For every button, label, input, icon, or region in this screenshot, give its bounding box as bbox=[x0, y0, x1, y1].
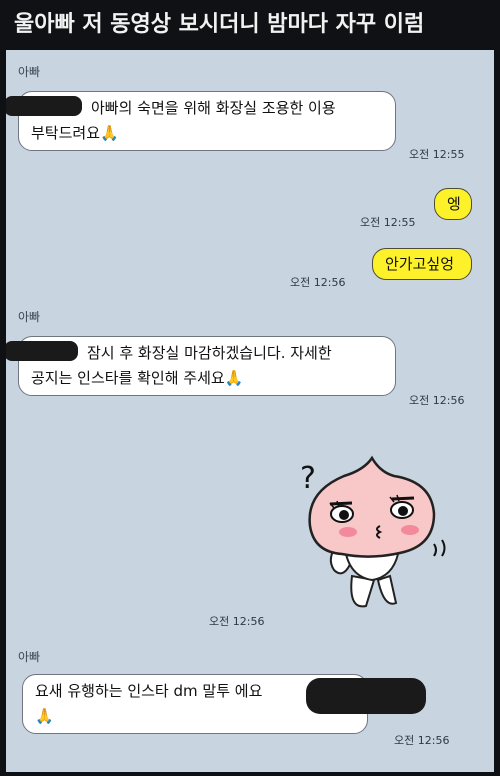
pray-emoji: 🙏 bbox=[35, 707, 54, 725]
message-line: 🙏 bbox=[35, 704, 355, 729]
sender-name: 아빠 bbox=[18, 65, 41, 79]
sender-name: 아빠 bbox=[18, 650, 41, 664]
svg-text:?: ? bbox=[300, 461, 316, 496]
message-time: 오전 12:56 bbox=[209, 615, 265, 628]
message-text: 안가고싶엉 bbox=[385, 255, 455, 273]
message-line: 부탁드려요🙏 bbox=[31, 124, 119, 142]
sender-name: 아빠 bbox=[18, 310, 41, 324]
pray-emoji: 🙏 bbox=[224, 369, 244, 387]
message-time: 오전 12:55 bbox=[409, 148, 465, 161]
redaction-mark bbox=[6, 341, 78, 361]
message-line: 공지는 인스타를 확인해 주세요🙏 bbox=[31, 369, 244, 387]
apeach-confused-sticker[interactable]: ? bbox=[286, 448, 456, 620]
post-caption: 울아빠 저 동영상 보시더니 밤마다 자꾸 이럼 bbox=[0, 0, 500, 50]
message-text: 엥 bbox=[447, 195, 461, 213]
message-time: 오전 12:56 bbox=[394, 734, 450, 747]
outgoing-message-bubble[interactable]: 엥 bbox=[434, 188, 472, 220]
message-time: 오전 12:56 bbox=[290, 276, 346, 289]
pray-emoji: 🙏 bbox=[100, 124, 119, 142]
outgoing-message-bubble[interactable]: 안가고싶엉 bbox=[372, 248, 472, 280]
message-time: 오전 12:56 bbox=[409, 394, 465, 407]
message-time: 오전 12:55 bbox=[360, 216, 416, 229]
redaction-mark bbox=[6, 96, 82, 116]
message-line: 잠시 후 화장실 마감하겠습니다. 자세한 bbox=[87, 344, 332, 362]
sticker-art: ? bbox=[300, 455, 446, 608]
message-line: 아빠의 숙면을 위해 화장실 조용한 이용 bbox=[91, 99, 336, 117]
chat-screen: 아빠 아빠의 숙면을 위해 화장실 조용한 이용 부탁드려요🙏 오전 12:55… bbox=[6, 50, 494, 772]
redaction-mark bbox=[306, 678, 426, 714]
